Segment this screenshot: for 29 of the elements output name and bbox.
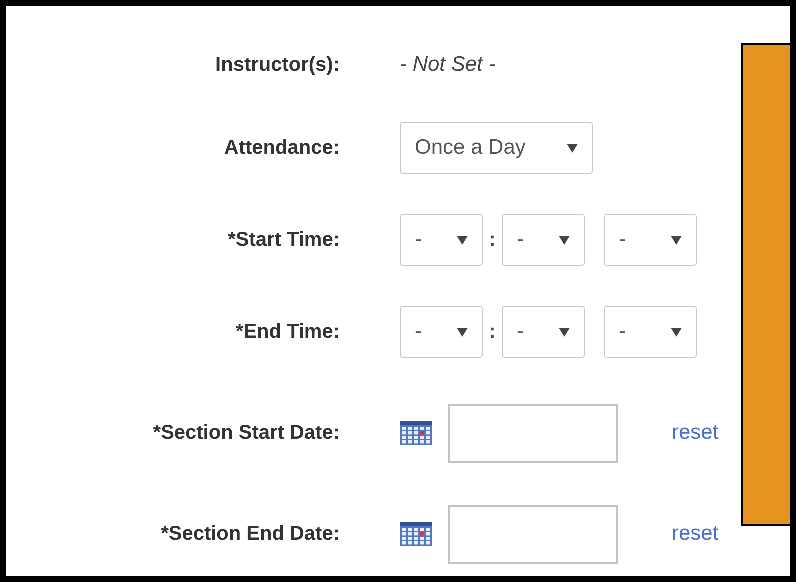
calendar-icon[interactable] xyxy=(400,421,432,445)
caret-icon xyxy=(567,142,578,154)
time-separator: : xyxy=(488,320,497,345)
caret-icon xyxy=(559,326,570,338)
field-label: *End Time: xyxy=(236,321,340,343)
field-label: Instructor(s): xyxy=(216,54,340,76)
calendar-icon[interactable] xyxy=(400,522,432,546)
dropdown[interactable]: - xyxy=(400,306,483,358)
dropdown[interactable]: - xyxy=(502,306,585,358)
dropdown[interactable]: Once a Day xyxy=(400,122,593,174)
date-field[interactable] xyxy=(448,504,618,564)
field-label: *Start Time: xyxy=(228,229,340,251)
reset-link[interactable]: reset xyxy=(672,417,719,449)
caret-icon xyxy=(671,234,682,246)
time-separator: : xyxy=(488,228,497,253)
date-field[interactable] xyxy=(448,404,618,462)
dropdown[interactable]: - xyxy=(604,214,697,266)
field-label: *Section Start Date: xyxy=(153,422,340,444)
caret-icon xyxy=(671,326,682,338)
dropdown[interactable]: - xyxy=(400,214,483,266)
caret-icon xyxy=(559,234,570,246)
reset-link[interactable]: reset xyxy=(672,518,719,550)
caret-icon xyxy=(457,234,468,246)
field-label: *Section End Date: xyxy=(161,523,340,545)
caret-icon xyxy=(457,326,468,338)
instructor-value: - Not Set - xyxy=(400,53,496,76)
dropdown[interactable]: - xyxy=(604,306,697,358)
dropdown[interactable]: - xyxy=(502,214,585,266)
field-label: Attendance: xyxy=(224,137,340,159)
